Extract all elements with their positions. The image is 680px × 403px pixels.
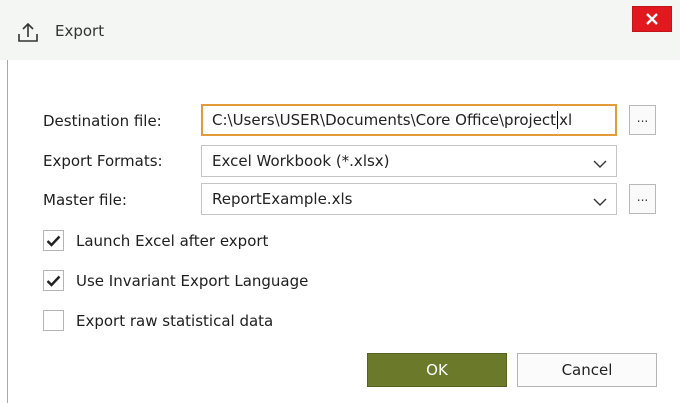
option-invariant-language[interactable]: Use Invariant Export Language [43, 270, 308, 291]
chevron-down-icon [593, 155, 607, 168]
option-launch-excel[interactable]: Launch Excel after export [43, 230, 268, 251]
destination-value-end: xl [559, 111, 573, 129]
cancel-button[interactable]: Cancel [517, 353, 657, 387]
destination-file-label: Destination file: [43, 112, 162, 130]
checkmark-icon [46, 275, 61, 287]
ok-button[interactable]: OK [367, 353, 507, 387]
invariant-language-checkbox[interactable] [43, 270, 64, 291]
destination-value-start: C:\Users\USER\Documents\Core Office\proj… [212, 111, 557, 129]
launch-excel-label: Launch Excel after export [76, 231, 269, 250]
option-raw-statistical-data[interactable]: Export raw statistical data [43, 310, 273, 331]
master-file-label: Master file: [43, 191, 127, 209]
master-file-select[interactable]: ReportExample.xls [201, 183, 617, 215]
invariant-language-label: Use Invariant Export Language [76, 271, 309, 290]
close-icon [646, 10, 658, 29]
master-file-browse-button[interactable]: ... [629, 184, 656, 214]
raw-statistical-data-checkbox[interactable] [43, 310, 64, 331]
chevron-down-icon [593, 193, 607, 206]
destination-browse-button[interactable]: ... [629, 105, 656, 135]
title-bar: Export [0, 0, 680, 60]
window-border [7, 60, 8, 403]
text-caret [557, 111, 559, 129]
dialog-title: Export [55, 22, 105, 40]
raw-statistical-data-label: Export raw statistical data [76, 311, 274, 330]
master-file-value: ReportExample.xls [212, 190, 353, 208]
close-button[interactable] [632, 6, 672, 32]
export-formats-label: Export Formats: [43, 152, 163, 170]
export-formats-select[interactable]: Excel Workbook (*.xlsx) [201, 145, 617, 177]
checkmark-icon [46, 235, 61, 247]
upload-icon [15, 20, 41, 46]
destination-file-input[interactable]: C:\Users\USER\Documents\Core Office\proj… [201, 104, 617, 136]
export-formats-value: Excel Workbook (*.xlsx) [212, 152, 390, 170]
launch-excel-checkbox[interactable] [43, 230, 64, 251]
export-dialog: Export Destination file: C:\Users\USER\D… [0, 0, 680, 403]
